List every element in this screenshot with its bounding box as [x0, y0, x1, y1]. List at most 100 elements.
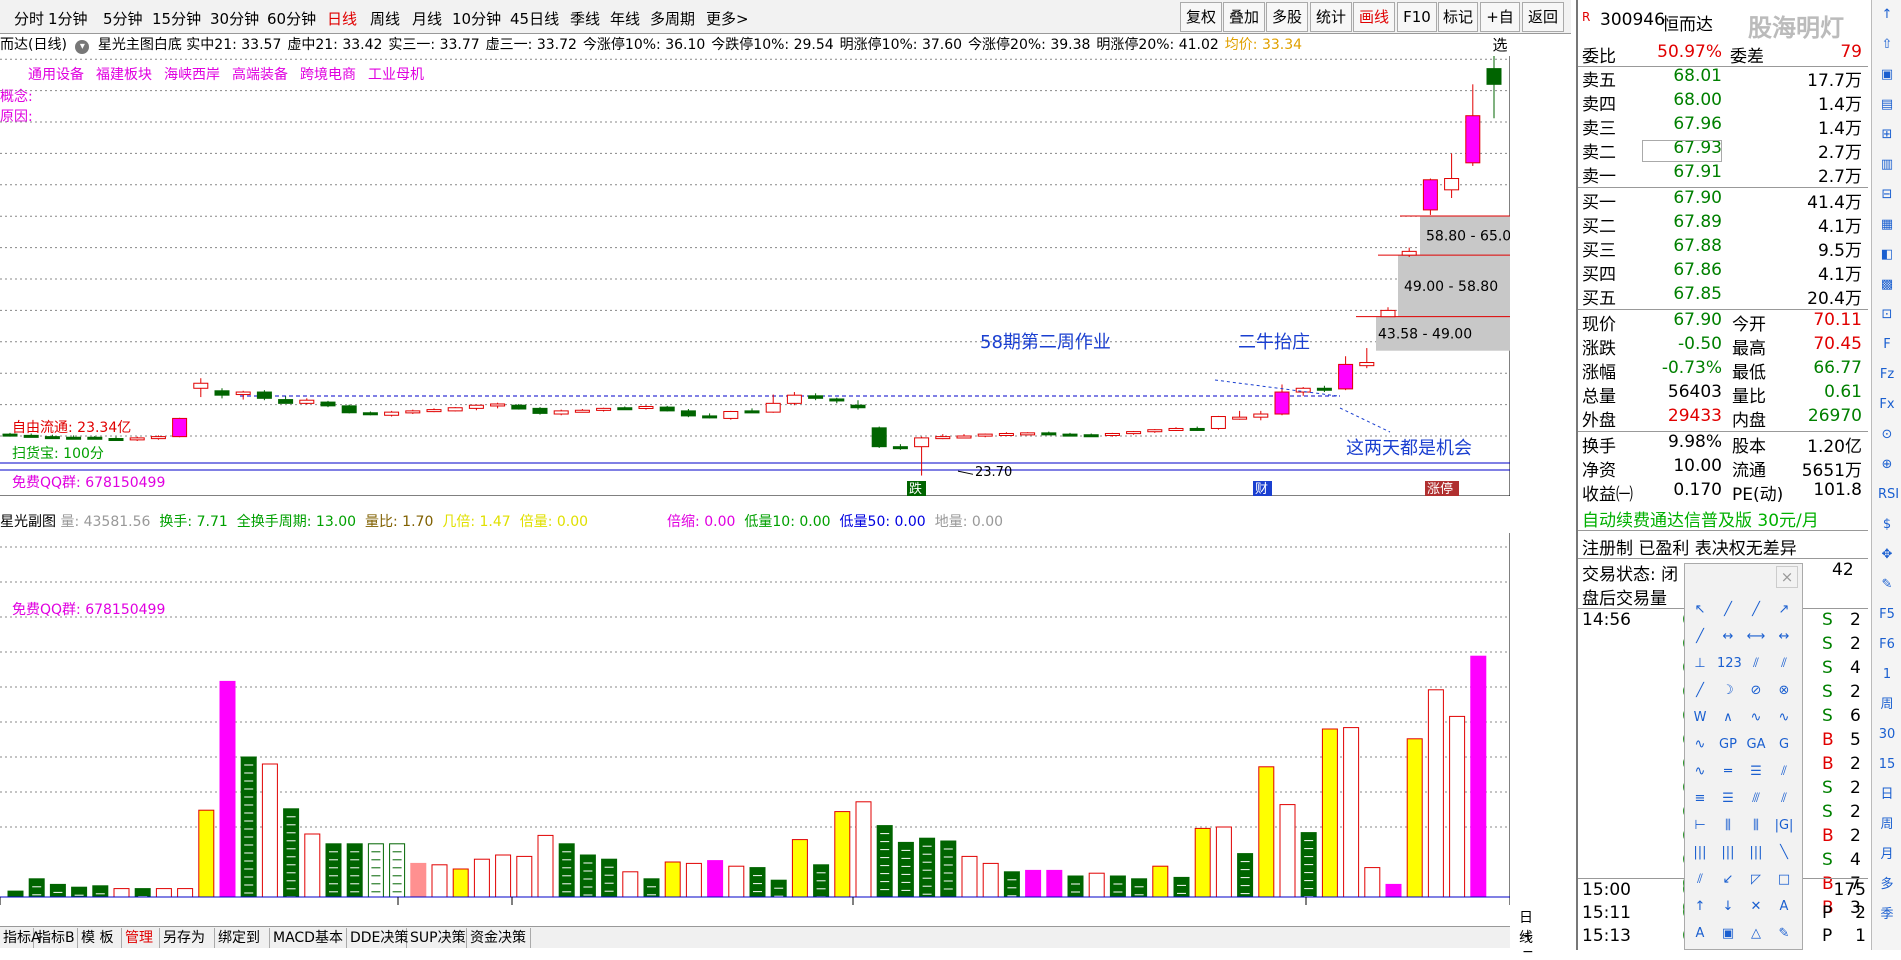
draw-tool-icon[interactable]: ||| [1717, 843, 1739, 863]
draw-tool-icon[interactable]: ☰ [1717, 789, 1739, 809]
volume-bar[interactable] [664, 861, 681, 898]
draw-tool-icon[interactable]: ╱ [1717, 600, 1739, 620]
sidebar-tool-icon[interactable]: ◧ [1878, 246, 1896, 264]
candle[interactable] [935, 434, 951, 440]
volume-bar[interactable] [304, 833, 321, 898]
draw-tool-icon[interactable]: |G| [1773, 816, 1795, 836]
candle[interactable] [426, 408, 442, 413]
indicator-tab[interactable]: 模 板 [78, 928, 122, 948]
draw-tool-icon[interactable]: 123 [1717, 654, 1742, 674]
sidebar-tool-icon[interactable]: 周 [1878, 816, 1896, 834]
candle[interactable] [892, 444, 908, 450]
event-marker[interactable]: 跌 [907, 481, 926, 496]
candle[interactable] [490, 402, 506, 409]
draw-tool-icon[interactable]: ⫽ [1773, 762, 1795, 782]
volume-bar[interactable] [261, 763, 278, 898]
candle[interactable] [299, 398, 315, 405]
volume-bar[interactable] [1427, 689, 1444, 898]
volume-bar[interactable] [1300, 832, 1317, 898]
period-tab[interactable]: 分时 [14, 8, 44, 29]
volume-bar[interactable] [728, 865, 745, 898]
candle[interactable] [553, 409, 569, 416]
candle[interactable] [786, 392, 802, 406]
candle[interactable] [744, 408, 760, 414]
volume-bar[interactable] [389, 843, 406, 898]
volume-bar[interactable] [28, 878, 45, 898]
volume-bar[interactable] [1343, 727, 1360, 898]
candle[interactable] [1126, 430, 1142, 435]
draw-tool-icon[interactable]: ⫽ [1689, 870, 1711, 890]
period-tab[interactable]: 周线 [370, 8, 400, 29]
draw-tool-icon[interactable]: ↙ [1717, 870, 1739, 890]
candle[interactable] [1422, 178, 1438, 215]
zoom-controls[interactable]: + − [1522, 928, 1534, 960]
candle[interactable] [1316, 385, 1332, 393]
toolbar-button[interactable]: 多股 [1266, 2, 1308, 32]
candle[interactable] [468, 404, 484, 411]
draw-tool-icon[interactable]: ↖ [1689, 600, 1711, 620]
draw-tool-icon[interactable]: ☰ [1745, 762, 1767, 782]
sidebar-tool-icon[interactable]: ⊡ [1878, 306, 1896, 324]
toolbar-button[interactable]: 标记 [1438, 2, 1478, 32]
volume-bar[interactable] [367, 843, 384, 898]
candle[interactable] [108, 436, 124, 442]
period-tab[interactable]: 年线 [610, 8, 640, 29]
volume-bar[interactable] [325, 843, 342, 898]
volume-bar[interactable] [770, 879, 787, 898]
sidebar-tool-icon[interactable]: ✥ [1878, 546, 1896, 564]
period-tab[interactable]: 日线 [327, 8, 357, 29]
volume-bar[interactable] [1152, 865, 1169, 898]
candle[interactable] [341, 404, 357, 414]
sidebar-tool-icon[interactable]: $ [1878, 516, 1896, 534]
sidebar-tool-icon[interactable]: ⊙ [1878, 426, 1896, 444]
candle[interactable] [659, 405, 675, 412]
sidebar-tool-icon[interactable]: RSI [1878, 486, 1899, 504]
draw-tool-icon[interactable]: ||| [1745, 843, 1767, 863]
volume-bar[interactable] [1194, 827, 1211, 898]
draw-tool-icon[interactable]: ╱ [1745, 600, 1767, 620]
volume-bar[interactable] [219, 680, 236, 898]
draw-tool-icon[interactable]: ⫽ [1745, 654, 1767, 674]
draw-tool-icon[interactable]: ⫼ [1745, 816, 1767, 836]
candle[interactable] [235, 390, 251, 400]
draw-tool-icon[interactable]: GP [1717, 735, 1739, 755]
draw-tool-icon[interactable]: ∿ [1745, 708, 1767, 728]
toolbar-button[interactable]: +自选 [1480, 2, 1520, 54]
volume-bar[interactable] [579, 854, 596, 898]
draw-tool-icon[interactable]: G [1773, 735, 1795, 755]
candle[interactable] [850, 400, 866, 410]
draw-tool-icon[interactable]: △ [1745, 924, 1767, 944]
volume-bar[interactable] [198, 809, 215, 898]
indicator-tab[interactable]: 资金决策 [467, 928, 531, 948]
volume-bar[interactable] [1131, 878, 1148, 898]
draw-tool-icon[interactable]: ⫻ [1745, 789, 1767, 809]
volume-bar[interactable] [791, 839, 808, 898]
volume-bar[interactable] [1385, 883, 1402, 898]
draw-tool-icon[interactable]: ◸ [1745, 870, 1767, 890]
volume-bar[interactable] [749, 867, 766, 898]
candle[interactable] [956, 434, 972, 439]
candle[interactable] [977, 433, 993, 438]
period-tab[interactable]: 60分钟 [267, 8, 316, 29]
candle[interactable] [150, 435, 166, 440]
draw-tool-icon[interactable]: ☽ [1717, 681, 1739, 701]
draw-tool-icon[interactable]: W [1689, 708, 1711, 728]
candle[interactable] [1168, 427, 1184, 431]
draw-tool-icon[interactable]: ╱ [1689, 681, 1711, 701]
volume-bar[interactable] [1237, 853, 1254, 898]
candle[interactable] [808, 393, 824, 401]
volume-bar[interactable] [1088, 872, 1105, 898]
indicator-tab[interactable]: SUP决策 [407, 928, 467, 948]
ad-banner[interactable]: 自动续费通达信普及版 30元/月 [1582, 506, 1866, 531]
draw-tool-icon[interactable]: ⊗ [1773, 681, 1795, 701]
sidebar-tool-icon[interactable]: Fz [1878, 366, 1896, 384]
period-tab[interactable]: 15分钟 [152, 8, 201, 29]
event-marker[interactable]: 涨停 [1425, 481, 1459, 496]
period-tab[interactable]: 5分钟 [103, 8, 143, 29]
candle[interactable] [765, 394, 781, 413]
indicator-tab[interactable]: 指标B [34, 928, 78, 948]
draw-tool-icon[interactable]: ||| [1689, 843, 1711, 863]
volume-bar[interactable] [1003, 871, 1020, 898]
toolbar-button[interactable]: 统计 [1310, 2, 1352, 32]
volume-bar[interactable] [177, 888, 194, 898]
